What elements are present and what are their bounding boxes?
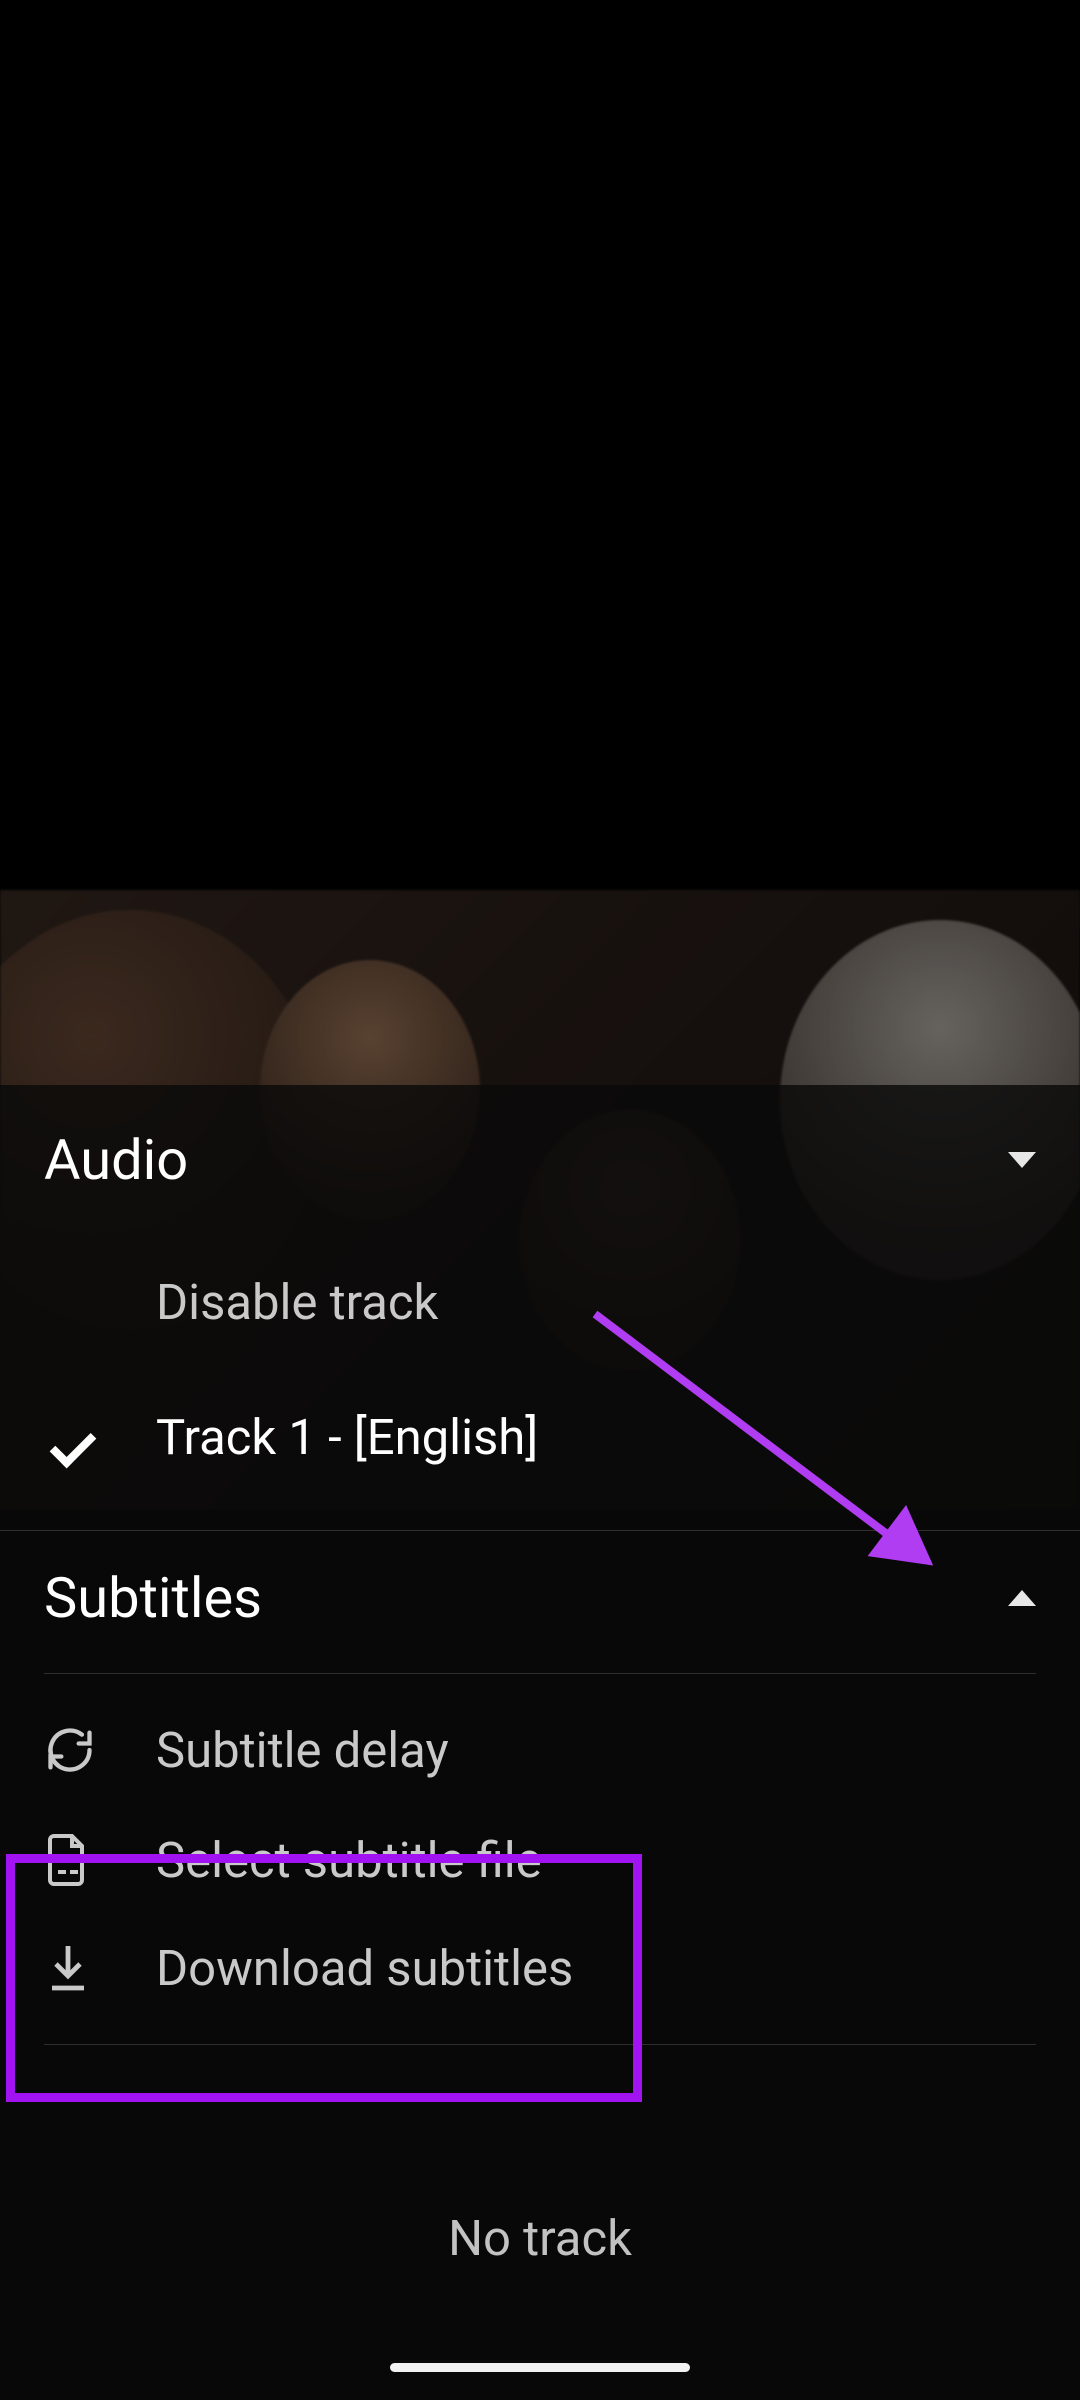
file-icon: [44, 1832, 156, 1888]
download-icon: [44, 1941, 156, 1995]
select-subtitle-file-label: Select subtitle file: [156, 1832, 542, 1889]
subtitles-no-track[interactable]: No track: [0, 2210, 1080, 2267]
check-icon: [44, 1411, 156, 1465]
subtitles-section-header[interactable]: Subtitles: [0, 1523, 1080, 1673]
audio-section-title: Audio: [44, 1127, 188, 1193]
subtitles-section-title: Subtitles: [44, 1565, 262, 1631]
tracks-bottom-sheet: Audio Disable track Track 1 - [English] …: [0, 1085, 1080, 2400]
download-subtitles-label: Download subtitles: [156, 1940, 573, 1997]
download-subtitles-button[interactable]: Download subtitles: [0, 1914, 1080, 2022]
audio-track-label: Track 1 - [English]: [156, 1409, 538, 1466]
home-indicator[interactable]: [390, 2363, 690, 2372]
audio-disable-label: Disable track: [156, 1274, 438, 1331]
divider: [44, 2044, 1036, 2045]
select-subtitle-file-button[interactable]: Select subtitle file: [0, 1806, 1080, 1914]
sync-icon: [44, 1724, 156, 1776]
caret-down-icon: [1008, 1152, 1036, 1168]
section-divider: [0, 1530, 1080, 1531]
audio-section-header[interactable]: Audio: [0, 1085, 1080, 1235]
audio-disable-track[interactable]: Disable track: [0, 1235, 1080, 1370]
subtitle-delay-button[interactable]: Subtitle delay: [0, 1694, 1080, 1806]
subtitle-delay-label: Subtitle delay: [156, 1722, 449, 1779]
caret-up-icon: [1008, 1590, 1036, 1606]
audio-track-english[interactable]: Track 1 - [English]: [0, 1370, 1080, 1505]
